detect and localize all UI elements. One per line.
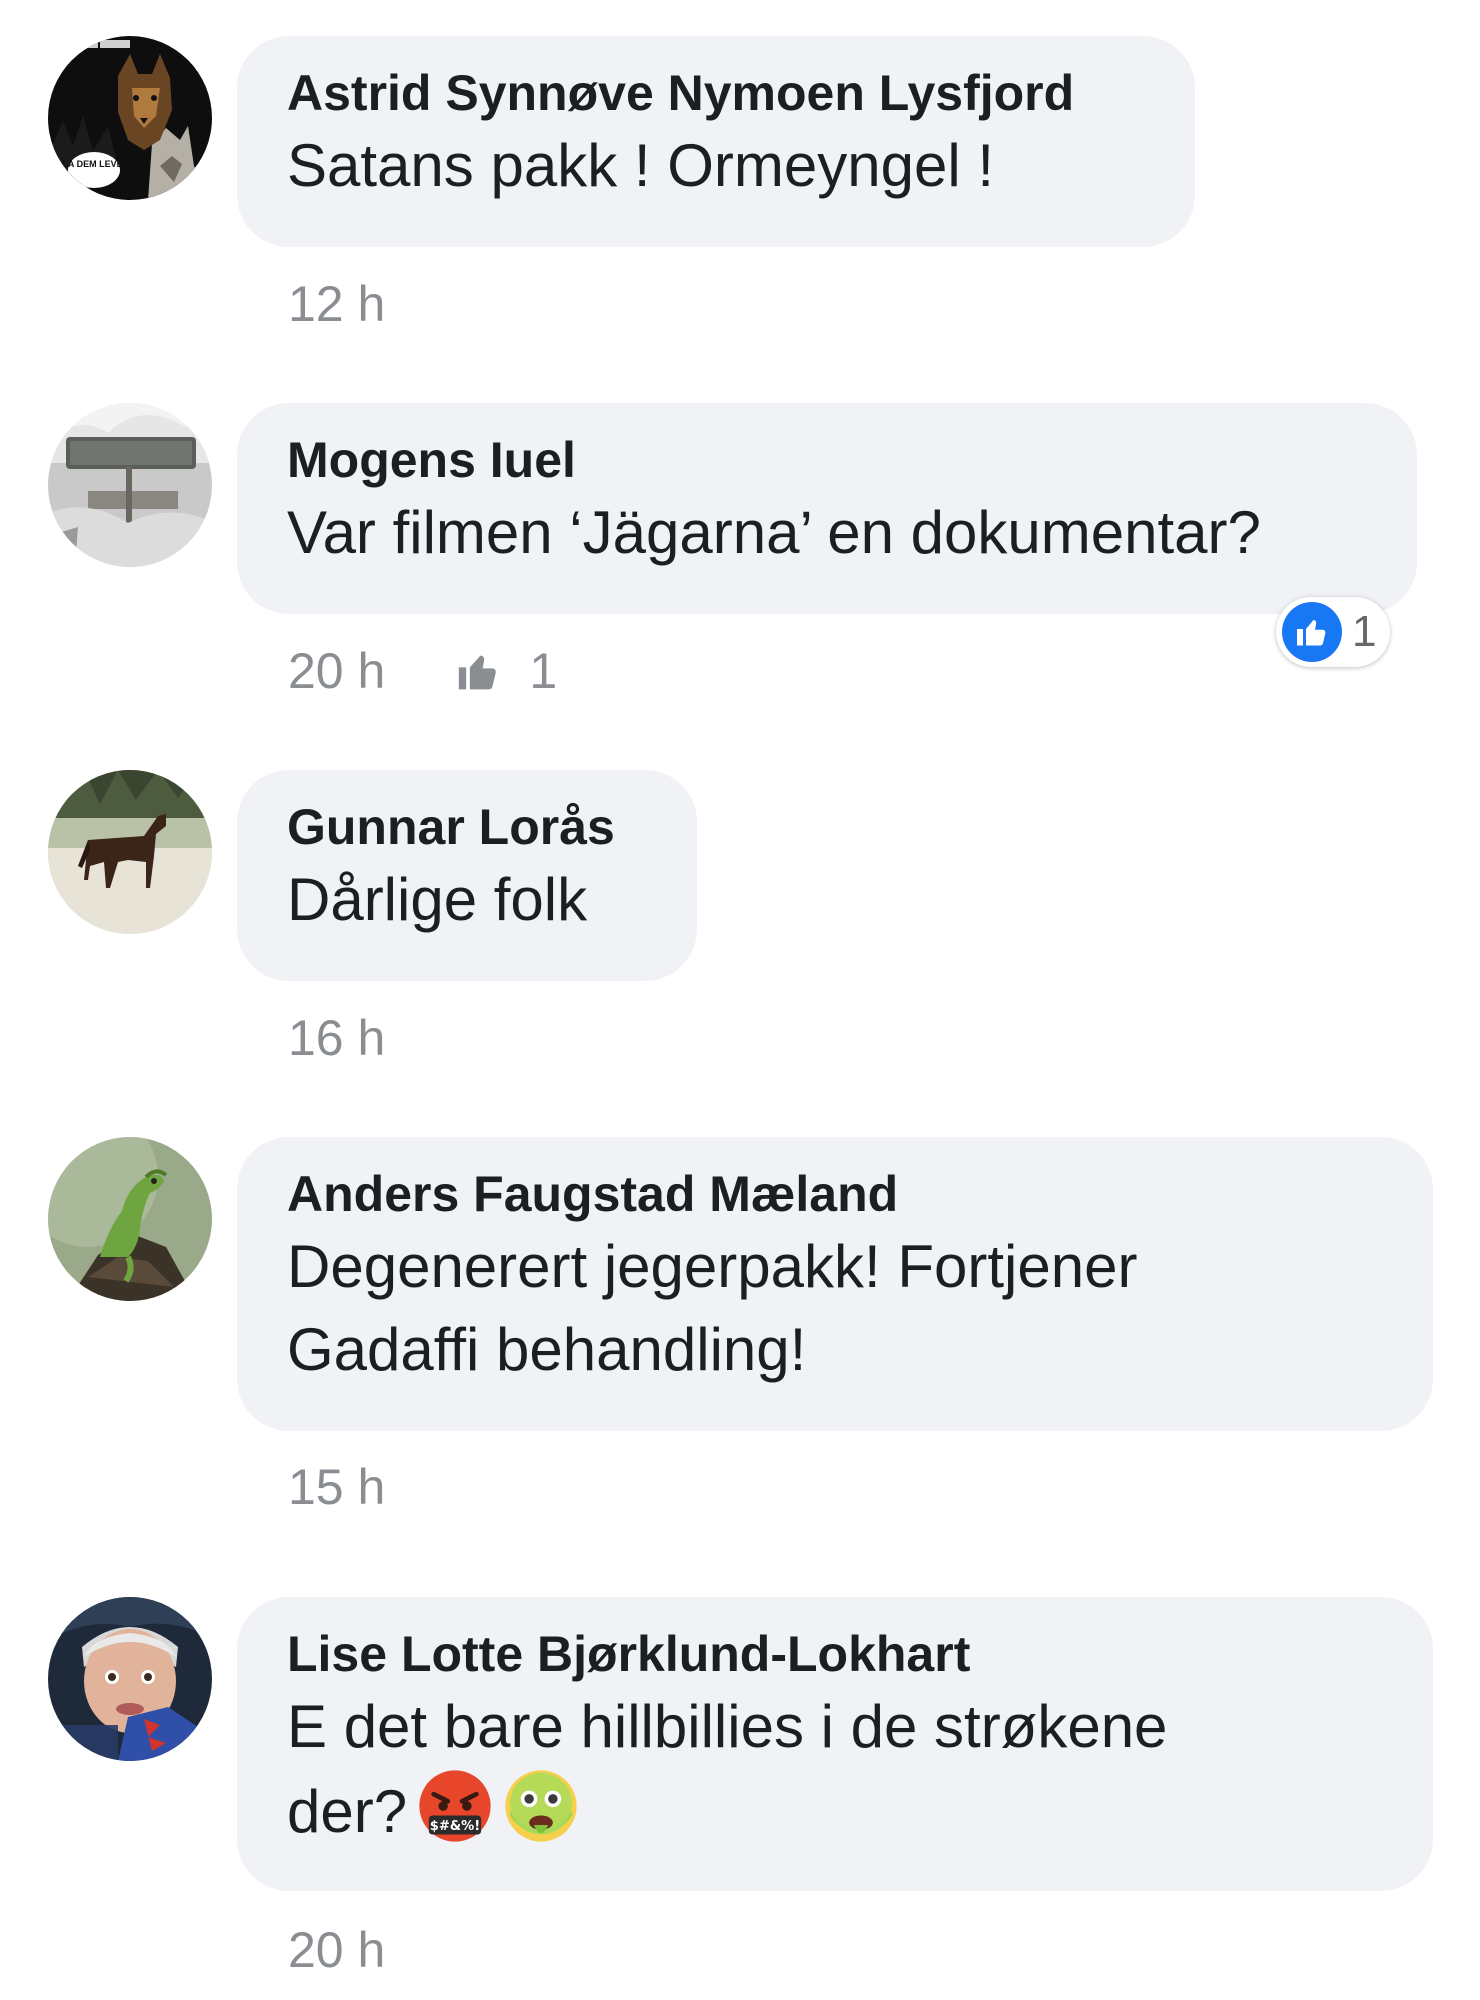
nauseated-face-emoji-icon: [503, 1768, 579, 1844]
snowy-sign-avatar-icon: [48, 403, 212, 567]
comment-text: Var filmen ‘Jägarna’ en dokumentar?: [287, 499, 1261, 566]
reaction-count: 1: [1352, 607, 1377, 656]
avatar[interactable]: [48, 403, 212, 567]
avatar[interactable]: [48, 1597, 212, 1761]
lizard-avatar-icon: [48, 1137, 212, 1301]
comment-text: Dårlige folk: [287, 866, 588, 933]
comment-text: Degenerert jegerpakk! Fortjener Gadaffi …: [287, 1233, 1138, 1383]
comment-bubble: Lise Lotte Bjørklund-Lokhart E det bare …: [237, 1597, 1433, 1891]
horse-field-avatar-icon: [48, 770, 212, 934]
dog-wolf-avatar-icon: LA DEM LEVE!: [48, 36, 212, 200]
comment-timestamp[interactable]: 12 h: [288, 274, 385, 334]
comment-timestamp[interactable]: 15 h: [288, 1457, 385, 1517]
like-reaction-icon: [1282, 602, 1342, 662]
comment-author[interactable]: Gunnar Lorås: [287, 796, 647, 858]
person-photo-avatar-icon: [48, 1597, 212, 1761]
comment-author[interactable]: Mogens Iuel: [287, 429, 1367, 491]
comment-bubble: Astrid Synnøve Nymoen Lysfjord Satans pa…: [237, 36, 1195, 247]
comment-author[interactable]: Anders Faugstad Mæland: [287, 1163, 1383, 1225]
comment-meta: 15 h: [288, 1457, 385, 1517]
comment-author[interactable]: Lise Lotte Bjørklund-Lokhart: [287, 1623, 1383, 1685]
comment-meta: 16 h: [288, 1008, 385, 1068]
comment-text: E det bare hillbillies i de strøkene der…: [287, 1685, 1383, 1853]
comment-text-line: der?: [287, 1778, 408, 1845]
comment-meta: 20 h 1: [288, 641, 557, 701]
comment-author[interactable]: Astrid Synnøve Nymoen Lysfjord: [287, 62, 1145, 124]
like-count: 1: [529, 643, 558, 699]
comment-timestamp[interactable]: 16 h: [288, 1008, 385, 1068]
comment-meta: 12 h: [288, 274, 385, 334]
comment-text-line: E det bare hillbillies i de strøkene: [287, 1693, 1168, 1760]
avatar[interactable]: LA DEM LEVE!: [48, 36, 212, 200]
svg-text:$#&%!: $#&%!: [430, 1819, 480, 1834]
comment-meta: 20 h: [288, 1920, 385, 1980]
comment-bubble: Gunnar Lorås Dårlige folk: [237, 770, 697, 981]
avatar-caption: LA DEM LEVE!: [62, 159, 125, 169]
comment-text: Satans pakk ! Ormeyngel !: [287, 132, 994, 199]
avatar[interactable]: [48, 770, 212, 934]
reaction-summary[interactable]: 1: [1276, 597, 1391, 667]
comment-bubble: Anders Faugstad Mæland Degenerert jegerp…: [237, 1137, 1433, 1431]
thumbs-up-icon: [459, 655, 497, 690]
avatar[interactable]: [48, 1137, 212, 1301]
comment-timestamp[interactable]: 20 h: [288, 641, 385, 701]
like-count-group[interactable]: 1: [457, 641, 557, 701]
cursing-face-emoji-icon: $#&%!: [417, 1768, 493, 1844]
comment-timestamp[interactable]: 20 h: [288, 1920, 385, 1980]
comment-bubble: Mogens Iuel Var filmen ‘Jägarna’ en doku…: [237, 403, 1417, 614]
